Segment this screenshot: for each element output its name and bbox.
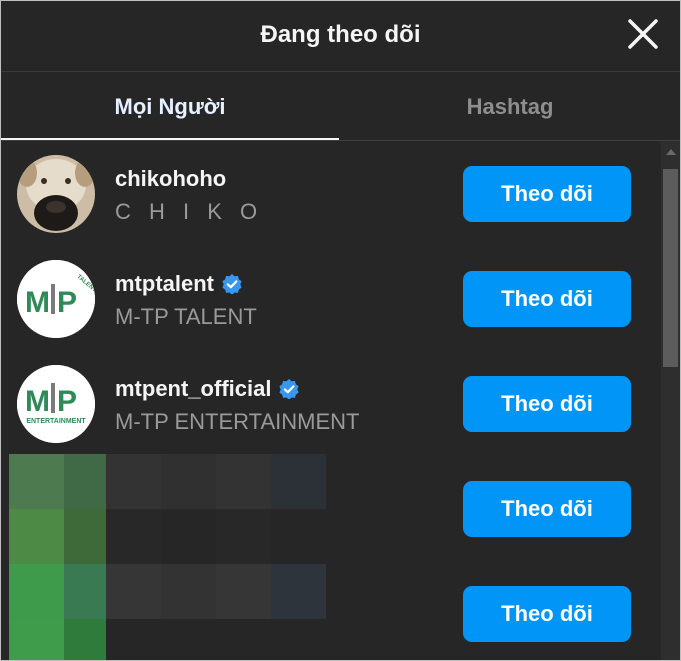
mosaic-cell <box>271 619 326 660</box>
mosaic-cell <box>271 564 326 619</box>
mosaic-cell <box>64 619 106 660</box>
tab-bar: Mọi Người Hashtag <box>1 72 680 141</box>
mosaic-cell <box>106 454 161 509</box>
scroll-up-arrow-icon[interactable] <box>666 149 676 155</box>
svg-text:P: P <box>57 286 77 319</box>
scrollbar[interactable] <box>661 141 680 660</box>
follow-button[interactable]: Theo dõi <box>463 586 631 642</box>
mosaic-cell <box>106 564 161 619</box>
follow-button[interactable]: Theo dõi <box>463 376 631 432</box>
username[interactable]: chikohoho <box>115 166 226 192</box>
mosaic-cell <box>64 454 106 509</box>
mosaic-cell <box>9 509 64 564</box>
avatar[interactable]: M P TALENT <box>17 260 95 338</box>
svg-text:ENTERTAINMENT: ENTERTAINMENT <box>26 418 86 425</box>
mosaic-cell <box>161 454 216 509</box>
mosaic-cell <box>216 509 271 564</box>
verified-badge-icon <box>279 379 300 399</box>
follow-button[interactable]: Theo dõi <box>463 271 631 327</box>
close-button[interactable] <box>624 15 662 53</box>
mosaic-cell <box>216 564 271 619</box>
svg-text:M: M <box>25 385 50 418</box>
pixelated-mosaic <box>9 454 329 660</box>
mosaic-cell <box>161 564 216 619</box>
svg-text:M: M <box>25 286 50 319</box>
mosaic-cell <box>64 509 106 564</box>
following-list: chikohoho C H I K O Theo dõi M P TALENT … <box>1 141 659 660</box>
mosaic-cell <box>216 619 271 660</box>
list-item: M P TALENT mtptalent M-TP TALENT Theo dõ… <box>1 246 659 351</box>
tab-hashtag[interactable]: Hashtag <box>341 72 679 140</box>
mtp-entertainment-logo: M P ENTERTAINMENT <box>17 365 95 443</box>
mosaic-cell <box>9 564 64 619</box>
mosaic-cell <box>271 454 326 509</box>
mosaic-cell <box>161 509 216 564</box>
tab-people[interactable]: Mọi Người <box>1 72 339 140</box>
full-name: C H I K O <box>115 199 264 224</box>
mosaic-cell <box>9 619 64 660</box>
follow-button[interactable]: Theo dõi <box>463 481 631 537</box>
username-line: mtptalent <box>115 270 242 298</box>
mosaic-cell <box>106 619 161 660</box>
modal-title: Đang theo dõi <box>260 21 421 48</box>
mosaic-cell <box>9 454 64 509</box>
mosaic-cell <box>216 454 271 509</box>
svg-text:P: P <box>57 385 77 418</box>
modal-header: Đang theo dõi <box>1 1 680 72</box>
follow-button[interactable]: Theo dõi <box>463 166 631 222</box>
full-name: M-TP ENTERTAINMENT <box>115 409 360 434</box>
username[interactable]: mtptalent <box>115 271 214 297</box>
following-modal: Đang theo dõi Mọi Người Hashtag chikohoh… <box>0 0 681 661</box>
mosaic-cell <box>64 564 106 619</box>
dog-avatar-image <box>17 155 95 233</box>
avatar[interactable] <box>17 155 95 233</box>
avatar[interactable]: M P ENTERTAINMENT <box>17 365 95 443</box>
mosaic-cell <box>271 509 326 564</box>
full-name: M-TP TALENT <box>115 304 257 329</box>
username-line: mtpent_official <box>115 375 300 403</box>
list-item: M P ENTERTAINMENT mtpent_official M-TP E… <box>1 351 659 456</box>
username-line: chikohoho <box>115 165 226 193</box>
username[interactable]: mtpent_official <box>115 376 271 402</box>
mosaic-cell <box>161 619 216 660</box>
mosaic-cell <box>106 509 161 564</box>
mtp-talent-logo: M P TALENT <box>17 260 95 338</box>
close-icon <box>628 19 658 49</box>
verified-badge-icon <box>222 274 242 294</box>
scrollbar-thumb[interactable] <box>663 169 678 367</box>
list-item: chikohoho C H I K O Theo dõi <box>1 141 659 246</box>
